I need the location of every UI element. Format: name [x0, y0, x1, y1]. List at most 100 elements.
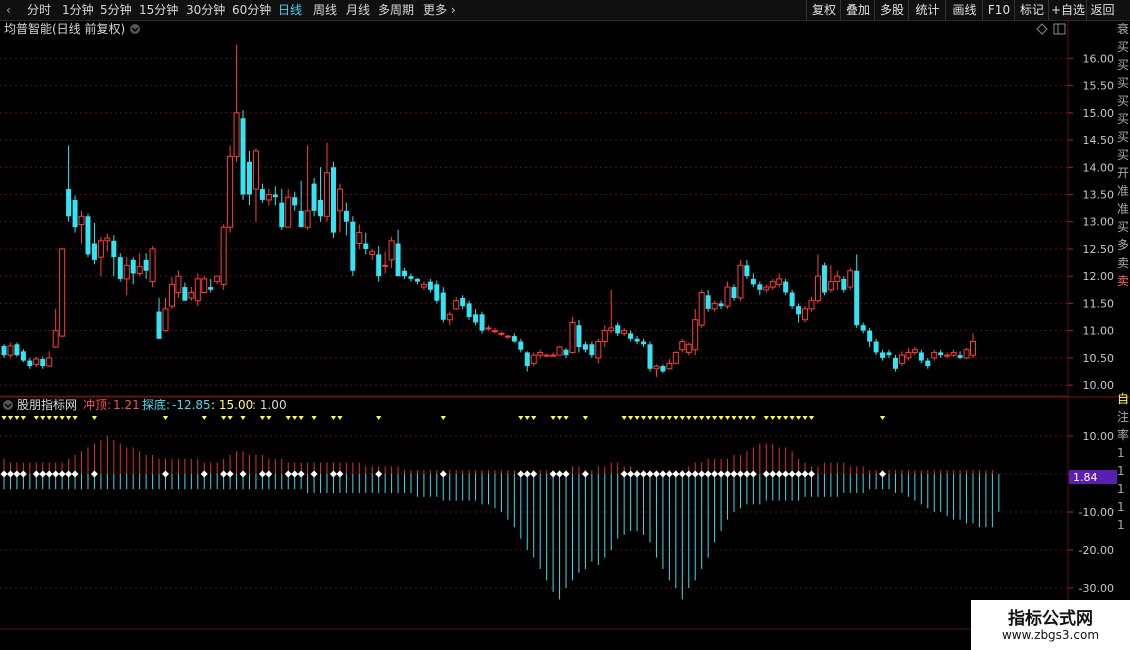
candle-body: [246, 161, 252, 195]
toolbar-action-5[interactable]: F10: [982, 0, 1015, 20]
candle-body: [376, 254, 382, 277]
candle-body: [382, 264, 389, 267]
white-diamond-marker: [6, 470, 14, 478]
candle-body: [905, 351, 912, 359]
price-tick-label: 15.50: [1083, 80, 1115, 93]
price-tick-label: 14.50: [1083, 134, 1115, 147]
yellow-signal-marker: [653, 416, 660, 420]
candle-body: [776, 278, 783, 285]
candle-body: [827, 281, 834, 291]
candle-body: [950, 351, 957, 356]
candle-body: [886, 352, 892, 356]
candle-body: [479, 314, 485, 331]
period-tab-9[interactable]: 多周期: [378, 0, 414, 20]
period-tab-2[interactable]: 5分钟: [100, 0, 132, 20]
yellow-signal-marker: [524, 416, 530, 420]
white-diamond-marker: [685, 470, 693, 478]
toolbar-action-3[interactable]: 统计: [908, 0, 946, 20]
right-signal-1: 买: [1117, 40, 1130, 54]
toolbar-action-1[interactable]: 叠加: [840, 0, 875, 20]
period-tab-1[interactable]: 1分钟: [62, 0, 94, 20]
candle-body: [634, 338, 640, 342]
period-tab-3[interactable]: 15分钟: [139, 0, 178, 20]
period-tab-6[interactable]: 日线: [278, 0, 302, 20]
candle-body: [802, 308, 809, 321]
candle-body: [252, 150, 259, 190]
period-tab-10[interactable]: 更多 ›: [423, 0, 456, 20]
toolbar-action-4[interactable]: 画线: [945, 0, 983, 20]
white-diamond-marker: [71, 470, 79, 478]
yellow-signal-marker: [634, 416, 640, 420]
white-diamond-marker: [226, 470, 234, 478]
yellow-signal-marker: [91, 416, 98, 420]
candle-body: [66, 189, 72, 217]
candle-body: [873, 341, 879, 353]
toolbar-action-8[interactable]: 返回: [1086, 0, 1118, 20]
candle-body: [938, 352, 944, 356]
candle-body: [647, 344, 653, 369]
toolbar-action-2[interactable]: 多股: [874, 0, 909, 20]
yellow-signal-marker: [699, 416, 705, 420]
white-diamond-marker: [65, 470, 73, 478]
candle-body: [653, 365, 660, 370]
white-diamond-marker: [678, 470, 686, 478]
toolbar-action-6[interactable]: 标记: [1014, 0, 1049, 20]
indicator-value-4: : 1.00: [252, 398, 287, 412]
period-tab-0[interactable]: 分时: [27, 0, 51, 20]
tandi-label: 探底:: [142, 397, 170, 412]
candle-body: [705, 295, 711, 309]
right-signal-13: 卖: [1117, 256, 1130, 270]
candle-body: [168, 283, 175, 307]
white-diamond-marker: [795, 470, 803, 478]
candle-body: [343, 210, 349, 222]
yellow-signal-marker: [556, 416, 563, 420]
yellow-signal-marker: [686, 416, 692, 420]
candle-body: [149, 248, 156, 283]
kline-chart[interactable]: 16.00 15.50 15.00 14.50 14.00 13.50 13.00 12.50…: [0, 20, 1130, 630]
candle-body: [240, 118, 246, 195]
candle-body: [356, 232, 363, 245]
toolbar-action-0[interactable]: 复权: [806, 0, 841, 20]
candle-body: [692, 319, 699, 351]
candle-body: [556, 346, 563, 356]
period-tab-4[interactable]: 30分钟: [186, 0, 225, 20]
candle-body: [744, 265, 750, 277]
candle-body: [233, 112, 240, 157]
white-diamond-marker: [556, 470, 564, 478]
yellow-signal-marker: [20, 416, 26, 420]
period-tab-8[interactable]: 月线: [346, 0, 370, 20]
candle-body: [672, 351, 679, 364]
right-signal-2: 买: [1117, 58, 1130, 72]
candle-body: [911, 349, 918, 353]
right-signal-strip: 衰买买买买买买买开准准买多卖卖自注率11111: [1117, 20, 1130, 630]
white-diamond-marker: [32, 470, 40, 478]
candle-body: [214, 275, 221, 283]
candle-body: [194, 278, 201, 302]
candle-body: [72, 199, 78, 228]
white-diamond-marker: [775, 470, 783, 478]
yellow-signal-marker: [266, 416, 272, 420]
white-diamond-marker: [652, 470, 660, 478]
white-diamond-marker: [659, 470, 667, 478]
price-tick-label: 14.00: [1083, 161, 1115, 174]
yellow-signal-marker: [531, 416, 537, 420]
candle-body: [20, 351, 26, 361]
price-tick-label: 16.00: [1083, 52, 1115, 65]
white-diamond-marker: [730, 470, 738, 478]
candle-body: [524, 352, 530, 367]
candle-body: [576, 325, 582, 347]
period-tab-5[interactable]: 60分钟: [232, 0, 271, 20]
candle-body: [628, 333, 634, 339]
candle-body: [311, 183, 317, 211]
toolbar-action-7[interactable]: +自选: [1048, 0, 1087, 20]
candle-body: [808, 300, 815, 310]
candle-body: [408, 276, 414, 279]
toolbar-menu-icon[interactable]: ‹: [6, 0, 11, 20]
period-tab-7[interactable]: 周线: [313, 0, 337, 20]
candle-body: [46, 357, 53, 367]
candle-body: [498, 332, 505, 335]
white-diamond-marker: [58, 470, 66, 478]
yellow-signal-marker: [550, 416, 556, 420]
right-signal-7: 买: [1117, 148, 1130, 162]
yellow-signal-marker: [33, 416, 39, 420]
